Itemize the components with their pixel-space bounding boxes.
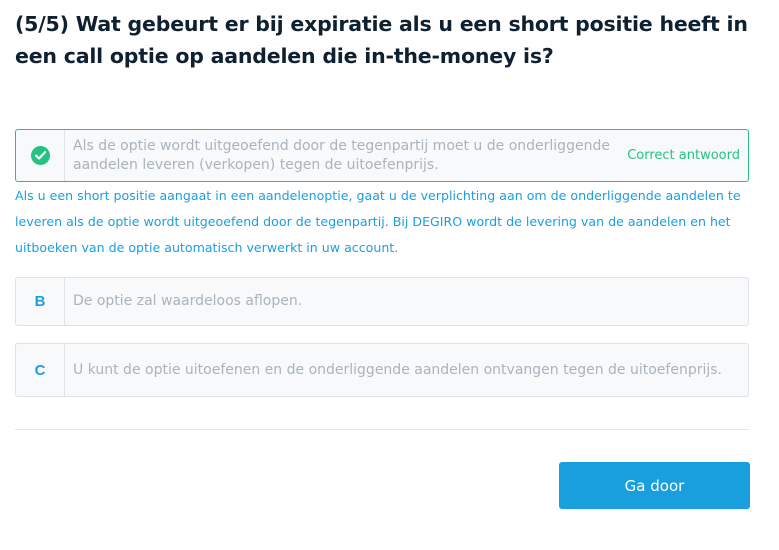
correct-answer-label: Correct antwoord [627,148,740,163]
check-icon [30,146,50,165]
answer-option-b[interactable]: B De optie zal waardeloos aflopen. [15,277,749,326]
answer-marker-b: B [16,278,65,325]
divider [15,429,749,430]
answer-text-a: Als de optie wordt uitgeoefend door de t… [73,137,610,173]
answer-text-b: De optie zal waardeloos aflopen. [73,293,303,309]
answer-option-a[interactable]: Als de optie wordt uitgeoefend door de t… [15,129,749,182]
question-title: (5/5) Wat gebeurt er bij expiratie als u… [15,12,748,68]
answer-explanation: Als u een short positie aangaat in een a… [15,188,741,255]
answer-marker-a [16,130,65,181]
answer-marker-c: C [16,344,65,396]
answer-option-c[interactable]: C U kunt de optie uitoefenen en de onder… [15,343,749,397]
answer-text-c: U kunt de optie uitoefenen en de onderli… [73,361,722,378]
continue-button[interactable]: Ga door [559,462,750,509]
